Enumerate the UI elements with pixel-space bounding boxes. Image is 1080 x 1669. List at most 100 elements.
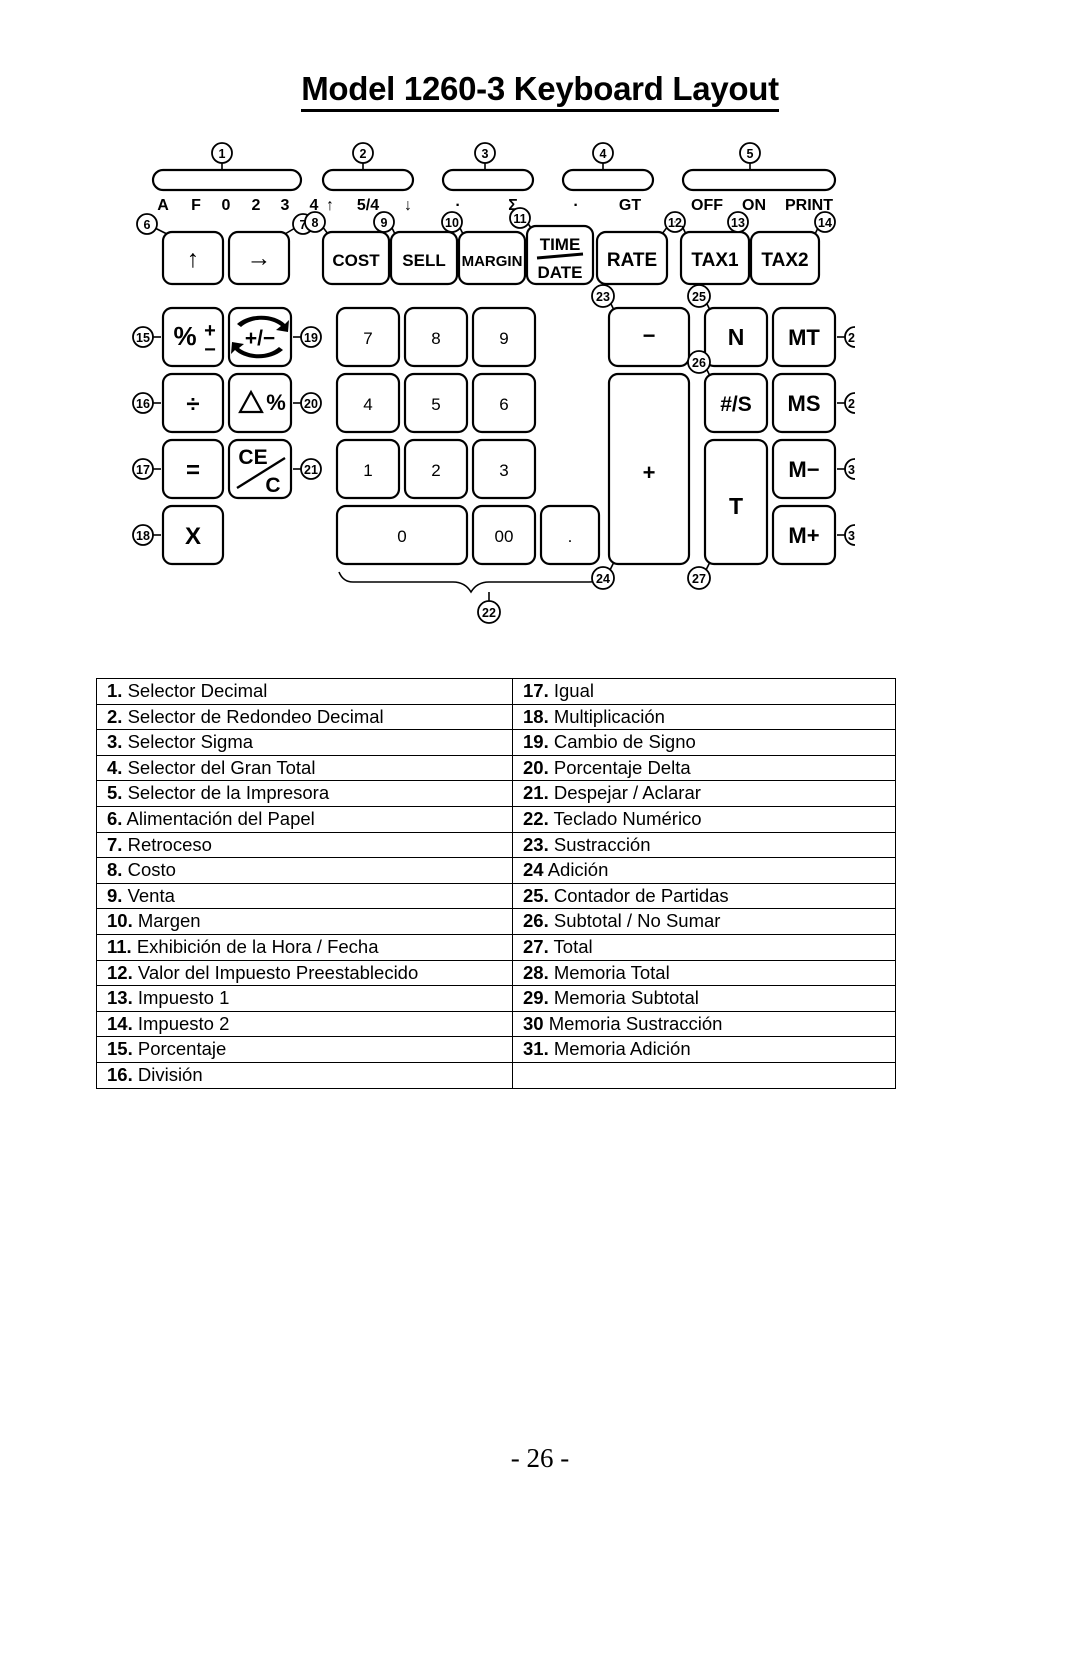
- svg-text:+: +: [643, 460, 656, 485]
- table-row: 14. Impuesto 2 30 Memoria Sustracción: [96, 1010, 896, 1038]
- svg-text:N: N: [728, 324, 745, 350]
- svg-text:27: 27: [692, 572, 706, 586]
- legend-cell-right: 29. Memoria Subtotal: [512, 985, 896, 1012]
- legend-cell-left: 13. Impuesto 1: [96, 985, 513, 1012]
- legend-cell-left: 5. Selector de la Impresora: [96, 780, 513, 807]
- legend-cell-right: 20. Porcentaje Delta: [512, 754, 896, 782]
- legend-cell-right: 18. Multiplicación: [512, 703, 896, 731]
- svg-text:19: 19: [304, 331, 318, 345]
- legend-label: Memoria Sustracción: [543, 1012, 723, 1034]
- legend-number: 12.: [107, 961, 133, 983]
- legend-number: 3.: [107, 731, 123, 753]
- table-row: 1. Selector Decimal 17. Igual: [96, 678, 896, 705]
- legend-cell-left: 2. Selector de Redondeo Decimal: [96, 703, 513, 731]
- svg-text:21: 21: [304, 463, 318, 477]
- legend-cell-right: 31. Memoria Adición: [512, 1036, 896, 1063]
- svg-text:F: F: [191, 197, 201, 214]
- svg-text:23: 23: [596, 290, 610, 304]
- legend-label: Cambio de Signo: [548, 731, 696, 753]
- svg-text:ON: ON: [742, 197, 766, 214]
- svg-text:TAX2: TAX2: [761, 250, 808, 271]
- table-row: 12. Valor del Impuesto Preestablecido 28.…: [96, 959, 896, 987]
- svg-text:÷: ÷: [186, 391, 199, 418]
- legend-label: Selector Decimal: [122, 680, 268, 701]
- svg-text:CE: CE: [238, 446, 267, 469]
- legend-cell-left: 9. Venta: [96, 882, 513, 910]
- legend-cell-right: 28. Memoria Total: [512, 959, 896, 987]
- table-row: 9. Venta 25. Contador de Partidas: [96, 882, 896, 910]
- table-row: 4. Selector del Gran Total 20. Porcentaje…: [96, 754, 896, 782]
- svg-text:8: 8: [312, 216, 319, 230]
- legend-number: 31.: [523, 1038, 549, 1060]
- legend-cell-left: 16. División: [96, 1061, 513, 1089]
- legend-label: Selector Sigma: [122, 731, 254, 753]
- svg-text:1: 1: [219, 147, 226, 161]
- legend-table: 1. Selector Decimal 17. Igual 2. Selector …: [96, 678, 896, 1089]
- legend-number: 19.: [523, 731, 549, 753]
- page-title: Model 1260-3 Keyboard Layout: [0, 70, 1080, 112]
- legend-number: 15.: [107, 1038, 133, 1060]
- legend-cell-right: 19. Cambio de Signo: [512, 729, 896, 756]
- legend-label: Impuesto 2: [132, 1012, 230, 1034]
- svg-text:3: 3: [482, 147, 489, 161]
- legend-label: Alimentación del Papel: [122, 807, 315, 829]
- svg-text:SELL: SELL: [402, 251, 445, 270]
- svg-text:M+: M+: [788, 523, 819, 548]
- svg-text:18: 18: [136, 529, 150, 543]
- legend-cell-left: 14. Impuesto 2: [96, 1010, 513, 1038]
- svg-text:C: C: [265, 474, 280, 497]
- legend-number: 5.: [107, 782, 123, 804]
- svg-text:15: 15: [136, 331, 150, 345]
- svg-text:DATE: DATE: [537, 263, 582, 282]
- svg-text:2: 2: [360, 147, 367, 161]
- legend-number: 8.: [107, 859, 123, 881]
- svg-text:COST: COST: [332, 251, 380, 270]
- svg-text:24: 24: [596, 572, 610, 586]
- legend-cell-left: 6. Alimentación del Papel: [96, 805, 513, 833]
- legend-label: Valor del Impuesto Preestablecido: [132, 961, 419, 983]
- legend-label: Memoria Adición: [548, 1038, 691, 1060]
- svg-text:X: X: [185, 523, 201, 550]
- legend-number: 4.: [107, 756, 123, 778]
- legend-label: Total: [548, 935, 593, 957]
- legend-cell-right: 25. Contador de Partidas: [512, 882, 896, 910]
- legend-number: 14.: [107, 1012, 133, 1034]
- legend-number: 17.: [523, 680, 549, 701]
- legend-cell-right: 21. Despejar / Aclarar: [512, 780, 896, 807]
- legend-number: 23.: [523, 833, 549, 855]
- legend-number: 10.: [107, 910, 133, 932]
- legend-cell-right: [512, 1061, 896, 1089]
- legend-label: Igual: [548, 680, 594, 701]
- legend-number: 16.: [107, 1063, 133, 1085]
- svg-text:%: %: [173, 321, 196, 351]
- svg-text:↑: ↑: [187, 245, 200, 273]
- svg-text:TIME: TIME: [540, 235, 581, 254]
- svg-text:=: =: [186, 457, 200, 484]
- legend-cell-left: 8. Costo: [96, 857, 513, 884]
- legend-label: Despejar / Aclarar: [548, 782, 701, 804]
- svg-text:8: 8: [431, 329, 440, 348]
- svg-text:29: 29: [848, 397, 855, 411]
- legend-number: 27.: [523, 935, 549, 957]
- svg-text:5: 5: [747, 147, 754, 161]
- svg-text:T: T: [729, 493, 743, 519]
- svg-text:14: 14: [818, 216, 832, 230]
- svg-text:#/S: #/S: [720, 393, 752, 416]
- legend-cell-left: 1. Selector Decimal: [96, 678, 513, 705]
- legend-cell-right: 27. Total: [512, 933, 896, 961]
- table-row: 13. Impuesto 1 29. Memoria Subtotal: [96, 985, 896, 1012]
- legend-label: Selector de Redondeo Decimal: [122, 705, 384, 727]
- svg-text:6: 6: [499, 395, 508, 414]
- svg-text:MARGIN: MARGIN: [462, 253, 523, 270]
- page-number-text: - 26 -: [510, 1443, 570, 1473]
- svg-text:OFF: OFF: [691, 197, 723, 214]
- legend-number: 30: [523, 1012, 544, 1034]
- table-row: 8. Costo 24 Adición: [96, 857, 896, 884]
- svg-text:MT: MT: [788, 325, 820, 350]
- svg-text:9: 9: [381, 216, 388, 230]
- keyboard-layout-diagram: .key { fill:#fff; stroke:#000; stroke-wi…: [125, 140, 855, 630]
- legend-label: Porcentaje: [132, 1038, 227, 1060]
- page-title-text: Model 1260-3 Keyboard Layout: [301, 70, 779, 112]
- svg-text:2: 2: [252, 197, 261, 214]
- table-row: 5. Selector de la Impresora 21. Despejar …: [96, 780, 896, 807]
